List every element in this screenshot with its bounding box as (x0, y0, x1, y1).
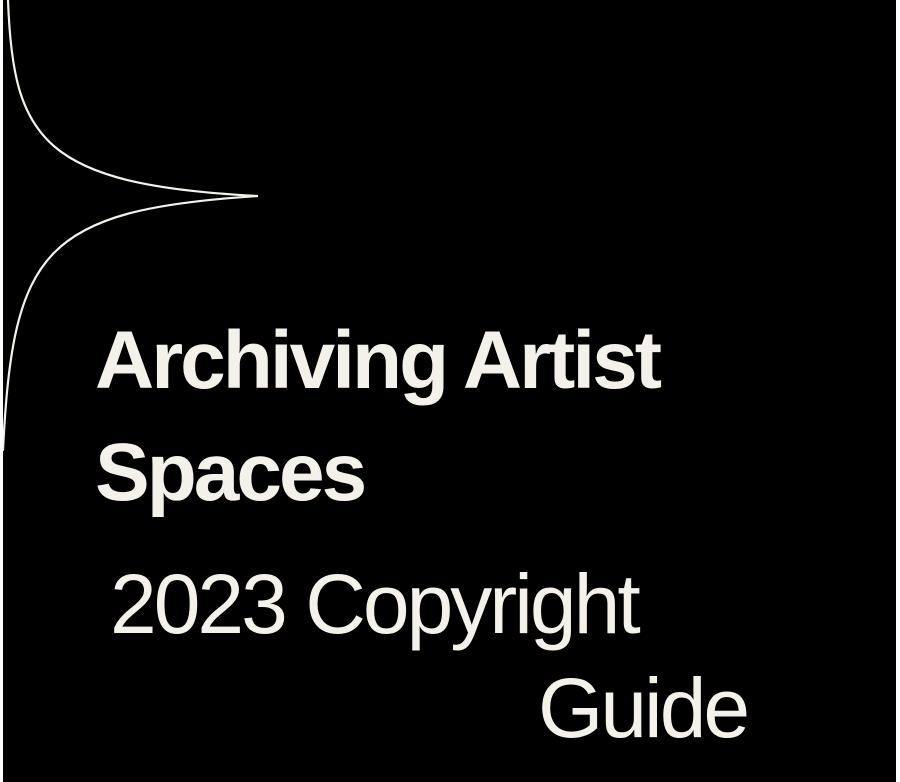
cover-subtitle-line-2: Guide (538, 661, 750, 755)
cover-subtitle-line-1: 2023 Copyright (110, 557, 641, 651)
cover-title-line-2: Spaces (95, 427, 367, 518)
cover-title-line-1: Archiving Artist (95, 315, 662, 406)
cover-title: Archiving Artist Spaces (95, 305, 662, 529)
cover-page: Archiving Artist Spaces 2023 Copyright G… (3, 0, 896, 782)
cover-subtitle: 2023 Copyright Guide (110, 552, 750, 760)
